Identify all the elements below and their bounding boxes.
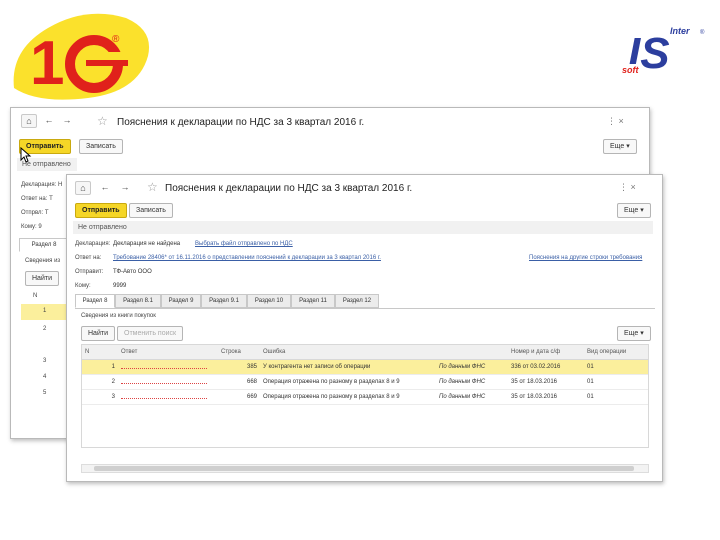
tab-section-11[interactable]: Раздел 11 bbox=[291, 294, 335, 308]
invoice-cell: 336 от 03.02.2016 bbox=[508, 359, 584, 375]
more-button[interactable]: Еще ▾ bbox=[603, 139, 637, 154]
invoice-cell: 35 от 18.03.2016 bbox=[508, 389, 584, 405]
1c-logo: 1 ® bbox=[13, 13, 150, 100]
scrollbar-thumb[interactable] bbox=[94, 466, 634, 471]
favorite-star-icon[interactable]: ☆ bbox=[147, 180, 158, 194]
row-number: 5 bbox=[43, 390, 47, 396]
field-to: Кому: 9 bbox=[21, 224, 42, 230]
window-title: Пояснения к декларации по НДС за 3 кварт… bbox=[117, 117, 365, 128]
operation-cell: 01 bbox=[584, 389, 648, 405]
answer-cell[interactable] bbox=[118, 389, 218, 405]
answer-cell[interactable] bbox=[118, 359, 218, 375]
col-header-n[interactable]: N bbox=[82, 345, 118, 360]
status-label: Не отправлено bbox=[73, 221, 653, 234]
window-controls[interactable]: ⋮ × bbox=[619, 182, 636, 193]
forward-arrow-icon[interactable]: → bbox=[59, 114, 75, 128]
save-button[interactable]: Записать bbox=[79, 139, 123, 154]
svg-text:soft: soft bbox=[622, 65, 640, 75]
col-header-invoice[interactable]: Номер и дата с/ф bbox=[508, 345, 584, 360]
back-arrow-icon[interactable]: ← bbox=[97, 181, 113, 195]
reply-label: Ответ на: bbox=[75, 255, 102, 261]
answer-cell[interactable] bbox=[118, 374, 218, 390]
row-number: 3 bbox=[43, 358, 47, 364]
row-number: 2 bbox=[82, 374, 118, 390]
tab-section-10[interactable]: Раздел 10 bbox=[247, 294, 291, 308]
tab-section-9-1[interactable]: Раздел 9.1 bbox=[201, 294, 247, 308]
cancel-find-button[interactable]: Отменить поиск bbox=[117, 326, 184, 341]
table-header-row: N Ответ Строка Ошибка Номер и дата с/ф В… bbox=[82, 345, 648, 360]
section-label: Сведения из bbox=[25, 258, 61, 264]
sender-label: Отправит: bbox=[75, 269, 104, 275]
field-reply: Ответ на: Т bbox=[21, 196, 53, 202]
find-button[interactable]: Найти bbox=[25, 271, 59, 286]
table-row[interactable]: 3 669 Операция отражена по разному в раз… bbox=[82, 389, 648, 405]
source-cell: По данным ФНС bbox=[436, 359, 508, 375]
tab-section-8[interactable]: Раздел 8 bbox=[75, 294, 115, 308]
row-number: 4 bbox=[43, 374, 47, 380]
line-cell: 669 bbox=[218, 389, 260, 405]
window-controls[interactable]: ⋮ × bbox=[607, 116, 624, 127]
row-header-n: N bbox=[33, 293, 38, 299]
home-icon[interactable]: ⌂ bbox=[21, 114, 37, 128]
send-button[interactable]: Отправить bbox=[75, 203, 127, 218]
svg-text:®: ® bbox=[112, 34, 120, 45]
section-tabs: Раздел 8 Раздел 8.1 Раздел 9 Раздел 9.1 … bbox=[75, 294, 655, 309]
error-cell: Операция отражена по разному в разделах … bbox=[260, 374, 436, 390]
source-cell: По данным ФНС bbox=[436, 374, 508, 390]
forward-arrow-icon[interactable]: → bbox=[117, 181, 133, 195]
window-title: Пояснения к декларации по НДС за 3 кварт… bbox=[165, 183, 413, 194]
front-window-titlebar: ⌂ ← → ☆ Пояснения к декларации по НДС за… bbox=[67, 175, 662, 201]
declaration-label: Декларация: bbox=[75, 241, 111, 247]
col-header-error[interactable]: Ошибка bbox=[260, 345, 436, 360]
field-sender: Отпрвл: Т bbox=[21, 210, 49, 216]
tab-section-8-1[interactable]: Раздел 8.1 bbox=[115, 294, 161, 308]
error-cell: У контрагента нет записи об операции bbox=[260, 359, 436, 375]
col-header-operation[interactable]: Вид операции bbox=[584, 345, 648, 360]
intersoft-logo: Inter IS soft ® bbox=[620, 26, 705, 76]
home-icon[interactable]: ⌂ bbox=[75, 181, 91, 195]
section-title: Сведения из книги покупок bbox=[81, 313, 156, 319]
table-row[interactable]: 2 668 Операция отражена по разному в раз… bbox=[82, 374, 648, 390]
svg-text:Inter: Inter bbox=[670, 26, 690, 36]
invoice-cell: 35 от 18.03.2016 bbox=[508, 374, 584, 390]
col-header-line[interactable]: Строка bbox=[218, 345, 260, 360]
row-number: 3 bbox=[82, 389, 118, 405]
sender-value: ТФ-Авто ООО bbox=[113, 269, 152, 275]
to-value: 9999 bbox=[113, 283, 127, 289]
favorite-star-icon[interactable]: ☆ bbox=[97, 114, 108, 128]
more-button[interactable]: Еще ▾ bbox=[617, 203, 651, 218]
error-cell: Операция отражена по разному в разделах … bbox=[260, 389, 436, 405]
horizontal-scrollbar[interactable] bbox=[81, 464, 649, 473]
source-cell: По данным ФНС bbox=[436, 389, 508, 405]
line-cell: 668 bbox=[218, 374, 260, 390]
errors-table: N Ответ Строка Ошибка Номер и дата с/ф В… bbox=[81, 344, 649, 448]
line-cell: 385 bbox=[218, 359, 260, 375]
table-row[interactable]: 1 385 У контрагента нет записи об операц… bbox=[82, 359, 648, 375]
tab-section-12[interactable]: Раздел 12 bbox=[335, 294, 379, 308]
back-arrow-icon[interactable]: ← bbox=[41, 114, 57, 128]
front-window: ⌂ ← → ☆ Пояснения к декларации по НДС за… bbox=[66, 174, 663, 482]
operation-cell: 01 bbox=[584, 359, 648, 375]
tab-section-9[interactable]: Раздел 9 bbox=[161, 294, 201, 308]
save-button[interactable]: Записать bbox=[129, 203, 173, 218]
svg-text:®: ® bbox=[700, 29, 705, 36]
tab-section-8[interactable]: Раздел 8 bbox=[19, 238, 69, 252]
row-number: 1 bbox=[82, 359, 118, 375]
other-lines-link[interactable]: Пояснения на другие строки требования bbox=[529, 255, 642, 261]
row-number: 2 bbox=[43, 326, 47, 332]
field-declaration: Декларация: Н bbox=[21, 182, 63, 188]
find-button[interactable]: Найти bbox=[81, 326, 115, 341]
row-number: 1 bbox=[43, 308, 47, 314]
to-label: Кому: bbox=[75, 283, 91, 289]
declaration-link[interactable]: Выбрать файл отправлено по НДС bbox=[195, 241, 293, 247]
svg-text:1: 1 bbox=[30, 29, 64, 98]
operation-cell: 01 bbox=[584, 374, 648, 390]
col-header-answer[interactable]: Ответ bbox=[118, 345, 218, 360]
table-more-button[interactable]: Еще ▾ bbox=[617, 326, 651, 341]
reply-link[interactable]: Требование 28406* от 16.11.2016 о предст… bbox=[113, 255, 381, 261]
back-window-titlebar: ⌂ ← → ☆ Пояснения к декларации по НДС за… bbox=[11, 108, 649, 134]
col-header-source[interactable] bbox=[436, 345, 508, 360]
declaration-value: Декларация не найдена bbox=[113, 241, 181, 247]
mouse-cursor-icon bbox=[20, 147, 32, 163]
